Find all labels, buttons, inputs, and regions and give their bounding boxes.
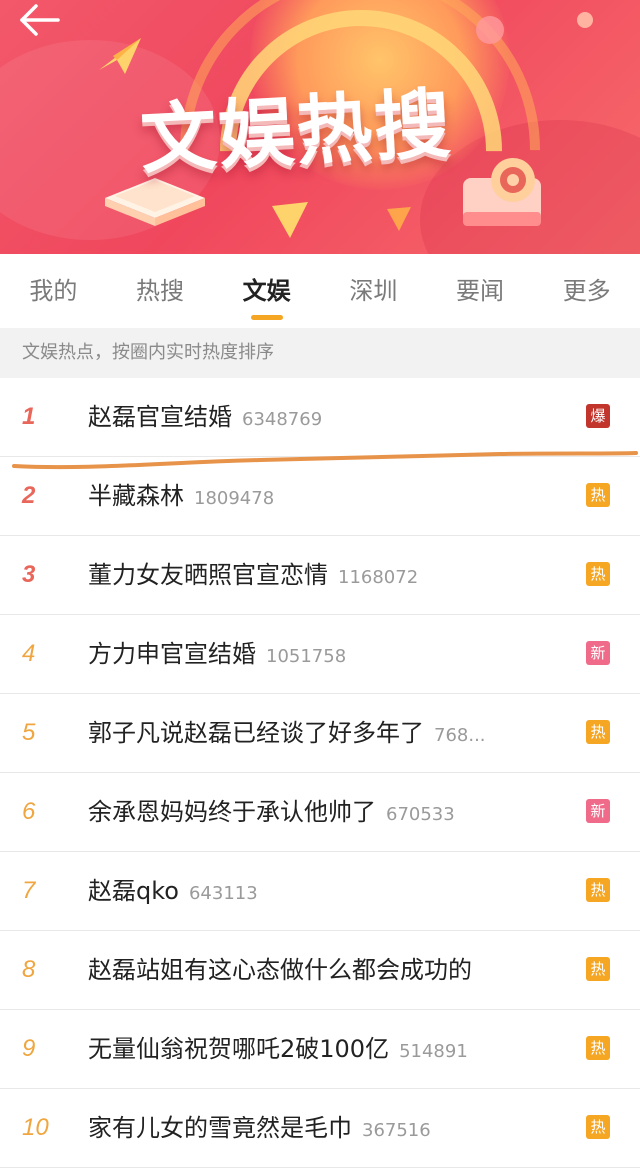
- topic: 赵磊官宣结婚 6348769: [88, 378, 558, 459]
- list-item[interactable]: 1 赵磊官宣结婚 6348769 爆: [0, 378, 640, 457]
- tab-label: 文娱: [242, 277, 291, 305]
- topic: 家有儿女的雪竟然是毛巾 367516: [88, 1089, 558, 1170]
- sparkle-icon: [577, 12, 593, 28]
- rank-number: 7: [22, 877, 36, 904]
- rank-number: 4: [22, 640, 36, 667]
- triangle-decoration: [272, 202, 308, 238]
- heat-count: 1168072: [338, 567, 419, 588]
- tab-shenzhen[interactable]: 深圳: [320, 254, 427, 328]
- heat-count: 643113: [188, 883, 258, 904]
- status-badge: 热: [586, 878, 610, 902]
- heat-count: 670533: [386, 804, 455, 825]
- topic: 赵磊qko 643113: [88, 852, 558, 933]
- topic-title: 无量仙翁祝贺哪吒2破100亿: [88, 1035, 390, 1063]
- tab-label: 热搜: [136, 277, 184, 305]
- camera-icon: [463, 158, 541, 226]
- tab-label: 我的: [29, 277, 78, 305]
- back-button[interactable]: [14, 2, 64, 42]
- tab-label: 要闻: [456, 277, 505, 305]
- topic-title: 半藏森林: [88, 482, 184, 510]
- status-badge: 新: [586, 641, 610, 665]
- list-item[interactable]: 4 方力申官宣结婚 1051758 新: [0, 615, 640, 694]
- status-badge: 新: [586, 799, 610, 823]
- topic-title: 赵磊站姐有这心态做什么都会成功的: [88, 956, 472, 984]
- header-banner: 文娱热搜: [0, 0, 640, 254]
- rank-number: 9: [22, 1035, 36, 1062]
- rank-number: 8: [22, 956, 36, 983]
- tab-entertainment[interactable]: 文娱: [213, 254, 320, 328]
- status-badge: 爆: [586, 404, 610, 428]
- tab-label: 更多: [562, 277, 611, 305]
- heat-count: 1051758: [266, 646, 347, 667]
- topic-title: 郭子凡说赵磊已经谈了好多年了: [88, 719, 424, 747]
- tab-news[interactable]: 要闻: [427, 254, 534, 328]
- tab-hot-search[interactable]: 热搜: [107, 254, 214, 328]
- topic-title: 方力申官宣结婚: [88, 640, 256, 668]
- rank-number: 10: [22, 1114, 49, 1141]
- tab-more[interactable]: 更多: [533, 254, 640, 328]
- rank-number: 1: [22, 403, 36, 430]
- status-badge: 热: [586, 720, 610, 744]
- topic: 方力申官宣结婚 1051758: [88, 615, 558, 696]
- rank-number: 6: [22, 798, 36, 825]
- rank-number: 5: [22, 719, 36, 746]
- status-badge: 热: [586, 562, 610, 586]
- topic: 无量仙翁祝贺哪吒2破100亿 514891: [88, 1010, 558, 1091]
- heat-count: 367516: [362, 1120, 431, 1141]
- paper-plane-icon: [99, 38, 141, 74]
- heat-count: 1809478: [194, 488, 275, 509]
- topic-title: 余承恩妈妈终于承认他帅了: [88, 798, 376, 826]
- status-badge: 热: [586, 1115, 610, 1139]
- topic-title: 家有儿女的雪竟然是毛巾: [88, 1114, 352, 1142]
- rank-number: 3: [22, 561, 36, 588]
- tab-mine[interactable]: 我的: [0, 254, 107, 328]
- topic: 董力女友晒照官宣恋情 1168072: [88, 536, 558, 617]
- topic-title: 赵磊qko: [88, 877, 179, 905]
- arrow-left-icon: [20, 4, 60, 36]
- hot-search-list: 1 赵磊官宣结婚 6348769 爆 2 半藏森林 1809478 热 3 董力女友…: [0, 378, 640, 1168]
- heat-count: 6348769: [242, 409, 323, 430]
- topic-title: 赵磊官宣结婚: [88, 403, 232, 431]
- heat-count: 514891: [399, 1041, 468, 1062]
- topic: 郭子凡说赵磊已经谈了好多年了 768...: [88, 694, 558, 775]
- status-badge: 热: [586, 957, 610, 981]
- list-item[interactable]: 9 无量仙翁祝贺哪吒2破100亿 514891 热: [0, 1010, 640, 1089]
- list-item[interactable]: 8 赵磊站姐有这心态做什么都会成功的 热: [0, 931, 640, 1010]
- tab-label: 深圳: [349, 277, 398, 305]
- list-item[interactable]: 7 赵磊qko 643113 热: [0, 852, 640, 931]
- list-item[interactable]: 3 董力女友晒照官宣恋情 1168072 热: [0, 536, 640, 615]
- topic-title: 董力女友晒照官宣恋情: [88, 561, 328, 589]
- planet-icon: [476, 16, 504, 44]
- list-item[interactable]: 6 余承恩妈妈终于承认他帅了 670533 新: [0, 773, 640, 852]
- status-badge: 热: [586, 483, 610, 507]
- triangle-decoration: [387, 207, 411, 231]
- list-item[interactable]: 5 郭子凡说赵磊已经谈了好多年了 768... 热: [0, 694, 640, 773]
- rank-number: 2: [22, 482, 36, 509]
- heat-count: 768...: [434, 725, 486, 746]
- list-item[interactable]: 2 半藏森林 1809478 热: [0, 457, 640, 536]
- banner-title: 文娱热搜: [138, 78, 455, 185]
- list-item[interactable]: 10 家有儿女的雪竟然是毛巾 367516 热: [0, 1089, 640, 1168]
- topic: 半藏森林 1809478: [88, 457, 558, 538]
- topic: 赵磊站姐有这心态做什么都会成功的: [88, 931, 558, 1012]
- list-description: 文娱热点，按圈内实时热度排序: [0, 328, 640, 378]
- status-badge: 热: [586, 1036, 610, 1060]
- category-tabs: 我的 热搜 文娱 深圳 要闻 更多: [0, 254, 640, 328]
- topic: 余承恩妈妈终于承认他帅了 670533: [88, 773, 558, 854]
- active-tab-indicator: [250, 315, 283, 320]
